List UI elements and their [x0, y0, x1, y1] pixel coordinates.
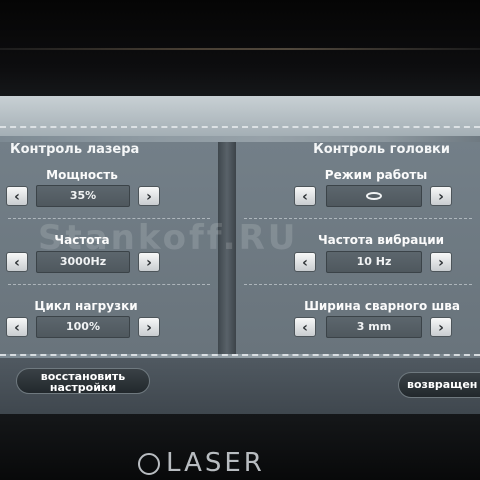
back-button[interactable]: возвращен	[398, 372, 480, 398]
seam-width-increase-button[interactable]: ›	[430, 317, 452, 337]
screen-header-band	[0, 96, 480, 136]
work-mode-value	[326, 185, 422, 207]
chevron-right-icon: ›	[438, 255, 444, 271]
duty-cycle-increase-button[interactable]: ›	[138, 317, 160, 337]
chevron-right-icon: ›	[146, 189, 152, 205]
monitor-bezel-top	[0, 0, 480, 96]
frequency-decrease-button[interactable]: ‹	[6, 252, 28, 272]
bezel-edge	[0, 48, 480, 50]
chevron-right-icon: ›	[438, 320, 444, 336]
brand-logo-text: LASER	[166, 448, 265, 478]
restore-settings-button[interactable]: восстановить настройки	[16, 368, 150, 394]
duty-cycle-value: 100%	[36, 316, 130, 338]
vibration-frequency-increase-button[interactable]: ›	[430, 252, 452, 272]
seam-width-label: Ширина сварного шва	[304, 299, 460, 313]
chevron-right-icon: ›	[438, 189, 444, 205]
chevron-left-icon: ‹	[14, 189, 20, 205]
duty-cycle-label: Цикл нагрузки	[34, 299, 138, 313]
back-button-label: возвращен	[407, 378, 478, 391]
duty-cycle-decrease-button[interactable]: ‹	[6, 317, 28, 337]
vibration-frequency-label: Частота вибрации	[317, 233, 445, 247]
hmi-screen: Контроль лазера Мощность ‹ 35% › Частота…	[0, 96, 480, 414]
row-divider	[244, 284, 472, 285]
bottom-stitch-divider	[0, 354, 480, 356]
head-control-title: Контроль головки	[313, 142, 450, 157]
chevron-left-icon: ‹	[14, 320, 20, 336]
top-stitch-divider	[0, 126, 480, 128]
brand-mark-icon	[138, 452, 160, 475]
power-label: Мощность	[46, 168, 118, 182]
laser-control-title: Контроль лазера	[10, 142, 140, 157]
chevron-left-icon: ‹	[302, 320, 308, 336]
power-value: 35%	[36, 185, 130, 207]
brand-logo: LASER	[138, 448, 338, 480]
row-divider	[8, 284, 210, 285]
power-decrease-button[interactable]: ‹	[6, 186, 28, 206]
work-mode-decrease-button[interactable]: ‹	[294, 186, 316, 206]
chevron-left-icon: ‹	[14, 255, 20, 271]
watermark: Stankoff.RU	[38, 218, 299, 258]
power-increase-button[interactable]: ›	[138, 186, 160, 206]
restore-settings-label-line2: настройки	[49, 381, 117, 394]
chevron-right-icon: ›	[146, 320, 152, 336]
vibration-frequency-value: 10 Hz	[326, 251, 422, 273]
seam-width-value: 3 mm	[326, 316, 422, 338]
ellipse-mode-icon	[366, 192, 382, 200]
chevron-left-icon: ‹	[302, 255, 308, 271]
footer-bar: восстановить настройки возвращен	[0, 358, 480, 414]
chevron-left-icon: ‹	[302, 189, 308, 205]
work-mode-increase-button[interactable]: ›	[430, 186, 452, 206]
seam-width-decrease-button[interactable]: ‹	[294, 317, 316, 337]
work-mode-label: Режим работы	[324, 168, 428, 182]
